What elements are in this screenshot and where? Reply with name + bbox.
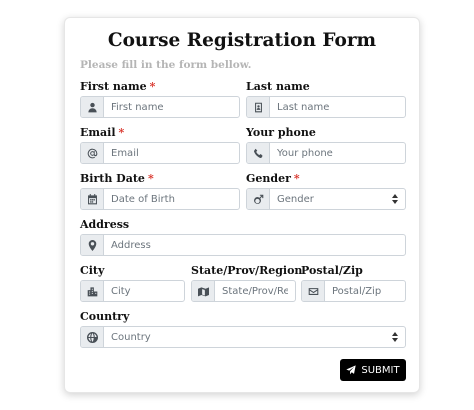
globe-icon bbox=[81, 327, 104, 347]
mars-icon bbox=[247, 189, 270, 209]
first-name-label-text: First name bbox=[80, 80, 147, 93]
phone-group bbox=[246, 142, 406, 164]
gender-label: Gender * bbox=[246, 172, 300, 185]
city-input[interactable] bbox=[104, 281, 184, 301]
select-arrows-icon bbox=[392, 332, 398, 342]
first-name-label: First name * bbox=[80, 80, 155, 93]
gender-selected-value: Gender bbox=[277, 193, 314, 205]
postal-input[interactable] bbox=[325, 281, 405, 301]
map-marker-icon bbox=[81, 235, 104, 255]
last-name-input[interactable] bbox=[270, 97, 405, 117]
country-dropdown[interactable]: Country bbox=[104, 327, 405, 347]
last-name-label: Last name bbox=[246, 80, 310, 93]
envelope-icon bbox=[302, 281, 325, 301]
form-subtitle: Please fill in the form bellow. bbox=[80, 59, 252, 71]
email-label-text: Email bbox=[80, 126, 116, 139]
state-input[interactable] bbox=[215, 281, 295, 301]
address-label: Address bbox=[80, 218, 130, 231]
address-group bbox=[80, 234, 406, 256]
birth-date-label-text: Birth Date bbox=[80, 172, 145, 185]
at-icon bbox=[81, 143, 104, 163]
birth-date-label: Birth Date * bbox=[80, 172, 154, 185]
email-input[interactable] bbox=[104, 143, 239, 163]
paper-plane-icon bbox=[346, 365, 357, 375]
select-arrows-icon bbox=[392, 194, 398, 204]
birth-date-group bbox=[80, 188, 240, 210]
email-label: Email * bbox=[80, 126, 124, 139]
postal-group bbox=[301, 280, 406, 302]
form-title: Course Registration Form bbox=[107, 30, 377, 51]
country-select[interactable]: Country bbox=[80, 326, 406, 348]
last-name-group bbox=[246, 96, 406, 118]
birth-date-input[interactable] bbox=[104, 189, 239, 209]
required-marker: * bbox=[118, 126, 125, 139]
gender-dropdown[interactable]: Gender bbox=[270, 189, 405, 209]
phone-icon bbox=[247, 143, 270, 163]
phone-label: Your phone bbox=[246, 126, 316, 139]
id-card-icon bbox=[247, 97, 270, 117]
country-selected-value: Country bbox=[111, 331, 151, 343]
phone-input[interactable] bbox=[270, 143, 405, 163]
map-icon bbox=[192, 281, 215, 301]
required-marker: * bbox=[149, 80, 156, 93]
user-icon bbox=[81, 97, 104, 117]
gender-select[interactable]: Gender bbox=[246, 188, 406, 210]
gender-label-text: Gender bbox=[246, 172, 291, 185]
first-name-input[interactable] bbox=[104, 97, 239, 117]
submit-button[interactable]: SUBMIT bbox=[340, 359, 406, 381]
state-group bbox=[191, 280, 296, 302]
calendar-icon bbox=[81, 189, 104, 209]
required-marker: * bbox=[293, 172, 300, 185]
registration-form-card: Course Registration Form Please fill in … bbox=[64, 17, 420, 393]
city-label: City bbox=[80, 264, 105, 277]
required-marker: * bbox=[147, 172, 154, 185]
city-icon bbox=[81, 281, 104, 301]
state-label: State/Prov/Region bbox=[191, 264, 303, 277]
country-label: Country bbox=[80, 310, 130, 323]
address-input[interactable] bbox=[104, 235, 405, 255]
postal-label: Postal/Zip bbox=[301, 264, 363, 277]
first-name-group bbox=[80, 96, 240, 118]
email-group bbox=[80, 142, 240, 164]
city-group bbox=[80, 280, 185, 302]
submit-label: SUBMIT bbox=[361, 364, 400, 376]
